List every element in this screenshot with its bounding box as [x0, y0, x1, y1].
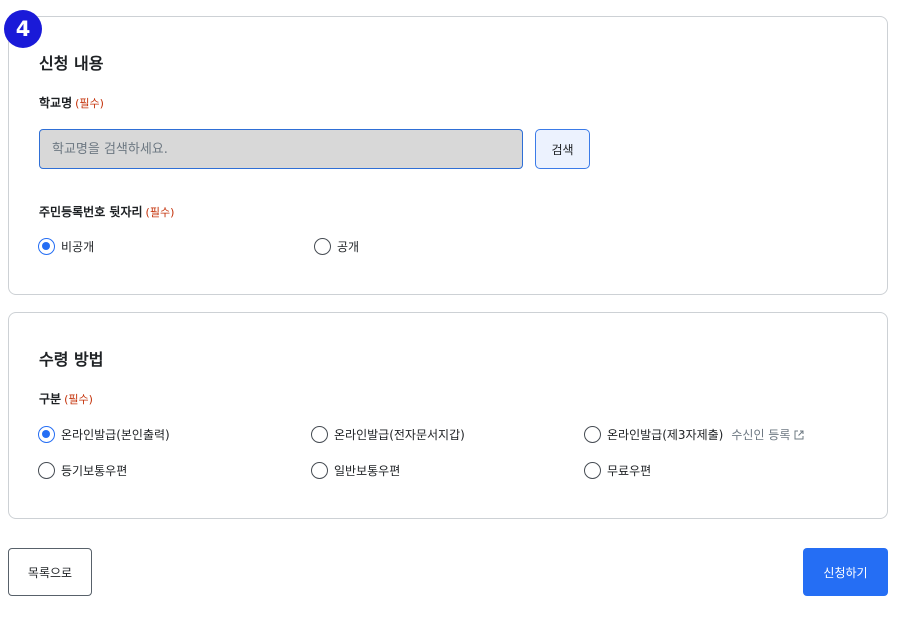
required-mark: (필수) [145, 206, 175, 219]
radio-label: 일반보통우편 [334, 464, 401, 478]
radio-label: 온라인발급(전자문서지갑) [334, 428, 465, 442]
radio-registered-mail[interactable]: 등기보통우편 [38, 462, 127, 479]
school-search-input[interactable] [39, 129, 523, 169]
radio-unchecked-icon [311, 426, 328, 443]
school-name-label: 학교명 (필수) [39, 94, 104, 111]
category-label: 구분 (필수) [39, 390, 93, 407]
radio-resident-public[interactable]: 공개 [314, 238, 359, 255]
receipt-method-card: 수령 방법 구분 (필수) 온라인발급(본인출력) 온라인발급(전자문서지갑) 온… [8, 312, 888, 519]
radio-online-self-print[interactable]: 온라인발급(본인출력) [38, 426, 170, 443]
radio-unchecked-icon [584, 462, 601, 479]
school-search-button[interactable]: 검색 [535, 129, 590, 169]
radio-checked-icon [38, 238, 55, 255]
radio-online-third-party[interactable]: 온라인발급(제3자제출) 수신인 등록 [584, 426, 804, 443]
external-link-icon [794, 430, 804, 439]
resident-number-label-text: 주민등록번호 뒷자리 [39, 205, 143, 219]
resident-number-label: 주민등록번호 뒷자리 (필수) [39, 203, 174, 220]
radio-online-digital-wallet[interactable]: 온라인발급(전자문서지갑) [311, 426, 465, 443]
radio-label: 등기보통우편 [61, 464, 128, 478]
radio-label: 공개 [337, 240, 360, 254]
apply-button[interactable]: 신청하기 [803, 548, 888, 596]
step-number-badge: 4 [4, 10, 42, 48]
radio-label: 온라인발급(제3자제출) [607, 428, 724, 442]
section-title-receipt: 수령 방법 [39, 350, 104, 369]
radio-label: 비공개 [61, 240, 95, 254]
section-title-application: 신청 내용 [39, 54, 104, 73]
radio-free-mail[interactable]: 무료우편 [584, 462, 651, 479]
radio-label: 온라인발급(본인출력) [61, 428, 170, 442]
recipient-register-link-text: 수신인 등록 [731, 428, 791, 442]
radio-unchecked-icon [38, 462, 55, 479]
radio-unchecked-icon [584, 426, 601, 443]
required-mark: (필수) [75, 97, 104, 110]
radio-resident-private[interactable]: 비공개 [38, 238, 94, 255]
category-label-text: 구분 [39, 392, 62, 406]
required-mark: (필수) [64, 393, 93, 406]
application-details-card: 신청 내용 학교명(필수) 검색 주민등록번호 뒷자리(필수) 비공개 공개 [8, 16, 888, 295]
radio-regular-mail[interactable]: 일반보통우편 [311, 462, 400, 479]
back-to-list-button[interactable]: 목록으로 [8, 548, 92, 596]
recipient-register-link[interactable]: 수신인 등록 [731, 426, 804, 443]
radio-unchecked-icon [314, 238, 331, 255]
radio-checked-icon [38, 426, 55, 443]
radio-label: 무료우편 [607, 464, 652, 478]
school-name-label-text: 학교명 [39, 96, 73, 110]
radio-unchecked-icon [311, 462, 328, 479]
